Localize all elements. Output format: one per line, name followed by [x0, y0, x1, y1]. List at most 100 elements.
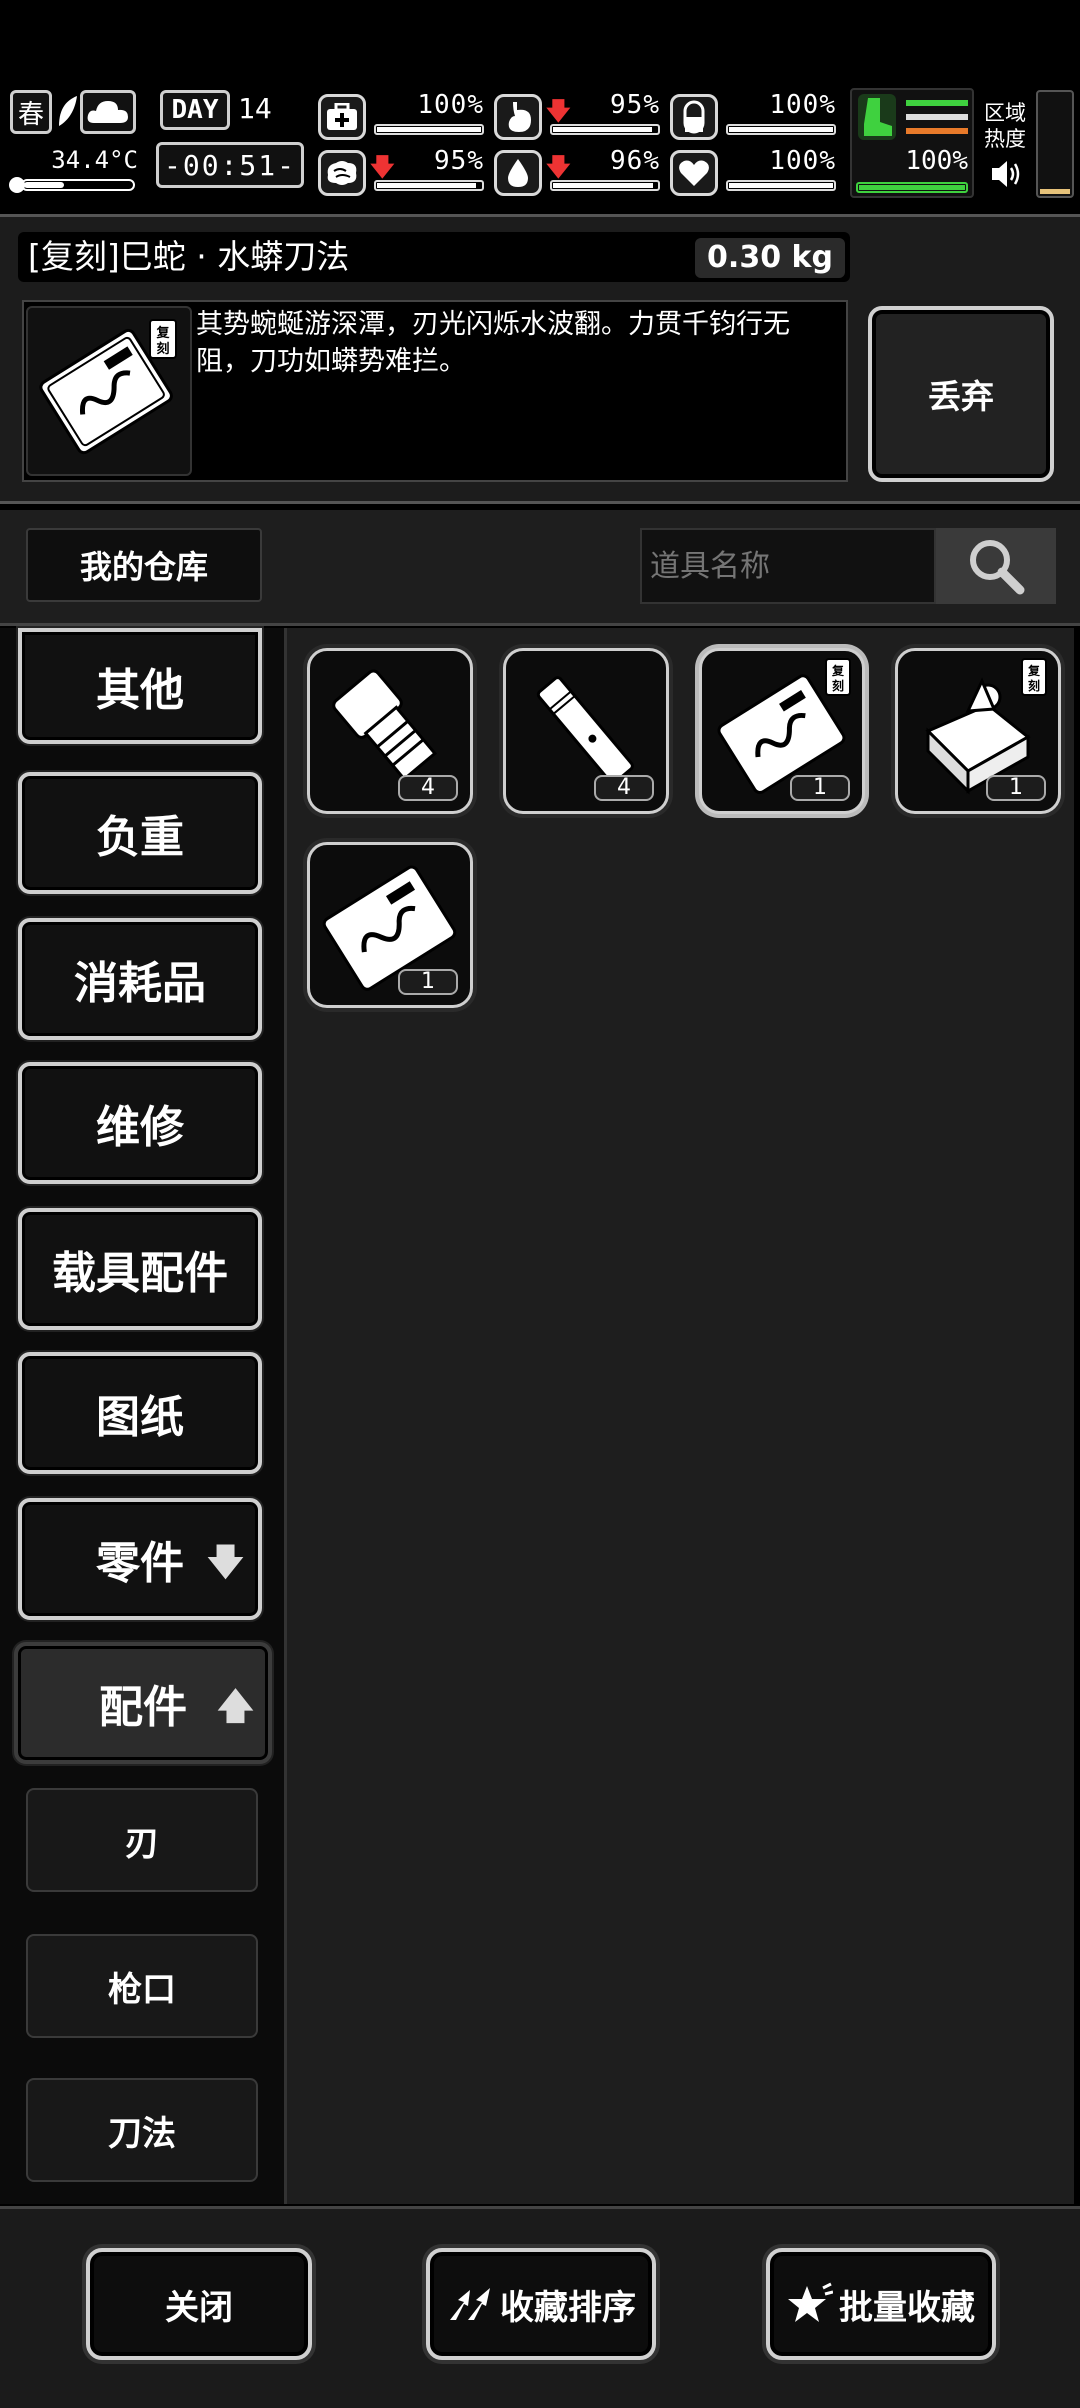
category-repair[interactable]: 维修: [18, 1062, 262, 1184]
hunger-stat: 🡇 95%: [494, 90, 660, 142]
category-vehicle-parts[interactable]: 载具配件: [18, 1208, 262, 1330]
temperature-readout: 34.4°C: [51, 146, 138, 174]
region-heat-fill: [1040, 188, 1070, 194]
water-drop-icon: [494, 150, 542, 196]
mood-stat: 100%: [670, 146, 836, 198]
sort-favorites-label: 收藏排序: [500, 2287, 636, 2328]
category-label: 配件: [99, 1682, 187, 1733]
thirst-value: 96%: [610, 146, 660, 176]
batch-favorite-label: 批量收藏: [839, 2287, 975, 2328]
storage-title-label: 我的仓库: [79, 548, 208, 586]
weather-cloud-icon: [80, 90, 136, 134]
mood-bar-fill: [729, 183, 833, 188]
batch-favorite-button[interactable]: 批量收藏: [766, 2248, 996, 2360]
category-label: 维修: [96, 1102, 184, 1153]
category-components[interactable]: 零件 🡇: [18, 1498, 262, 1620]
health-bar: [374, 124, 484, 135]
category-load[interactable]: 负重: [18, 772, 262, 894]
subcategory-label: 枪口: [108, 1969, 176, 2010]
inventory-screen: 春 34.4°C DAY 14 -00:51- 100% 🡇 95% 100% …: [0, 0, 1080, 2408]
discard-button-label: 丢弃: [928, 377, 994, 416]
subcategory-blade[interactable]: 刃: [26, 1788, 258, 1892]
storage-title: 我的仓库: [26, 528, 262, 602]
day-number: 14: [238, 92, 272, 125]
item-count: 4: [398, 775, 458, 801]
category-blueprints[interactable]: 图纸: [18, 1352, 262, 1474]
category-other[interactable]: 其他: [18, 628, 262, 744]
category-label: 图纸: [96, 1392, 184, 1443]
category-consumables[interactable]: 消耗品: [18, 918, 262, 1040]
subcategory-blade-technique[interactable]: 刀法: [26, 2078, 258, 2182]
sanity-bar: [374, 180, 484, 191]
star-icon: [788, 2282, 833, 2322]
region-heat-label: 区域 热度: [984, 101, 1026, 151]
hunger-value: 95%: [610, 90, 660, 120]
sort-favorites-button[interactable]: 收藏排序: [426, 2248, 656, 2360]
immunity-value: 100%: [769, 90, 836, 120]
sanity-value: 95%: [434, 146, 484, 176]
stomach-icon: [494, 94, 542, 140]
category-label: 载具配件: [52, 1248, 228, 1299]
thirst-bar: [550, 180, 660, 191]
item-slot[interactable]: 1: [307, 842, 473, 1008]
category-label: 消耗品: [74, 958, 206, 1009]
stamina-panel: 100%: [850, 88, 974, 198]
item-search-input[interactable]: [640, 528, 936, 604]
selected-item-icon: 复 刻: [26, 306, 192, 476]
expand-arrow-icon: 🡇: [206, 1542, 244, 1583]
search-button[interactable]: [936, 528, 1056, 604]
item-title: [复刻]巳蛇 · 水蟒刀法: [28, 237, 350, 276]
item-slot[interactable]: 复 刻 1: [895, 648, 1061, 814]
stamina-bar: [856, 182, 968, 193]
item-count: 1: [986, 775, 1046, 801]
hunger-bar: [550, 124, 660, 135]
heart-icon: [670, 150, 718, 196]
stamina-line-1: [906, 100, 968, 106]
svg-text:刻: 刻: [1028, 678, 1040, 693]
region-heat-meter: [1036, 90, 1074, 198]
day-label: DAY: [160, 90, 230, 130]
item-count: 1: [398, 969, 458, 995]
category-attachments[interactable]: 配件 🡅: [14, 1642, 272, 1764]
category-label: 其他: [96, 665, 184, 716]
item-description: 其势蜿蜒游深潭，刃光闪烁水波翻。力贯千钧行无阻，刀功如蟒势难拦。: [196, 309, 790, 377]
mood-value: 100%: [769, 146, 836, 176]
hunger-bar-fill: [553, 127, 652, 132]
discard-button[interactable]: 丢弃: [868, 306, 1054, 482]
item-count: 1: [790, 775, 850, 801]
svg-text:复: 复: [831, 663, 845, 678]
sanity-bar-fill: [377, 183, 476, 188]
speaker-icon[interactable]: [988, 156, 1024, 192]
item-slot[interactable]: 4: [503, 648, 669, 814]
game-clock: -00:51-: [156, 142, 304, 188]
mood-bar: [726, 180, 836, 191]
svg-text:复: 复: [1027, 663, 1041, 678]
svg-text:复: 复: [155, 325, 170, 341]
season-badge: 春: [10, 90, 52, 134]
item-weight: 0.30 kg: [695, 238, 845, 278]
svg-text:刻: 刻: [832, 678, 844, 693]
close-button[interactable]: 关闭: [86, 2248, 312, 2360]
health-stat: 100%: [318, 90, 484, 142]
subcategory-muzzle[interactable]: 枪口: [26, 1934, 258, 2038]
category-label: 零件: [96, 1538, 184, 1589]
health-bar-fill: [377, 127, 481, 132]
swap-arrows-icon: [450, 2288, 490, 2320]
thirst-stat: 🡇 96%: [494, 146, 660, 198]
immunity-bar: [726, 124, 836, 135]
health-value: 100%: [417, 90, 484, 120]
search-icon: [970, 540, 1025, 595]
category-sidebar: 其他 负重 消耗品 维修 载具配件 图纸 零件 🡇 配件 🡅 刃 枪口 刀法: [0, 628, 284, 2204]
item-slot[interactable]: 4: [307, 648, 473, 814]
thirst-bar-fill: [553, 183, 653, 188]
boot-icon: [858, 94, 896, 140]
immunity-stat: 100%: [670, 90, 836, 142]
subcategory-label: 刀法: [108, 2113, 176, 2154]
item-slot-selected[interactable]: 复 刻 1: [699, 648, 865, 814]
collapse-arrow-icon: 🡅: [216, 1686, 254, 1727]
status-hud: 春 34.4°C DAY 14 -00:51- 100% 🡇 95% 100% …: [0, 84, 1080, 204]
season-label: 春: [17, 99, 44, 130]
subcategory-label: 刃: [125, 1823, 159, 1864]
thermometer-icon: [8, 176, 138, 194]
stamina-bar-fill: [859, 185, 965, 190]
